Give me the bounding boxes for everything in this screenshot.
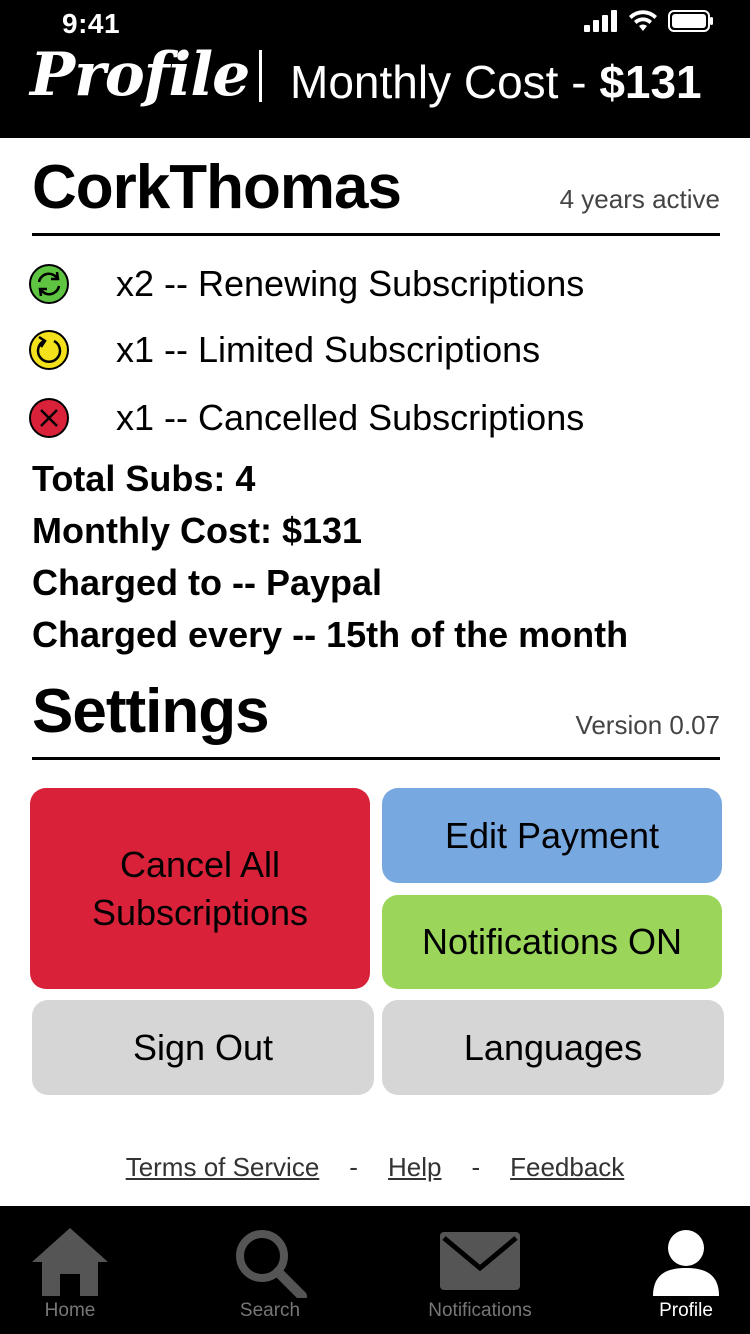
tab-notifications[interactable]: Notifications — [420, 1206, 540, 1334]
battery-icon — [668, 10, 713, 32]
sign-out-button[interactable]: Sign Out — [32, 1000, 374, 1095]
username: CorkThomas — [32, 153, 402, 222]
languages-button[interactable]: Languages — [382, 1000, 724, 1095]
status-time: 9:41 — [62, 8, 121, 39]
notifications-toggle-button[interactable]: Notifications ON — [382, 895, 722, 989]
header-divider — [259, 50, 262, 102]
tab-search-label: Search — [239, 1300, 301, 1321]
search-icon — [236, 1230, 307, 1298]
limited-icon — [29, 330, 69, 370]
subscription-row-renewing: x2 -- Renewing Subscriptions — [28, 262, 584, 306]
mail-icon — [440, 1232, 520, 1290]
person-icon — [653, 1230, 719, 1296]
subscription-row-cancelled: x1 -- Cancelled Subscriptions — [28, 396, 584, 440]
total-subs: Total Subs: 4 — [32, 458, 256, 499]
edit-payment-label: Edit Payment — [444, 814, 660, 856]
subscription-row-limited: x1 -- Limited Subscriptions — [28, 328, 540, 372]
terms-of-service-link[interactable]: Terms of Service — [126, 1152, 320, 1183]
charged-every: Charged every -- 15th of the month — [32, 614, 629, 655]
link-separator: - — [349, 1152, 358, 1182]
tab-home-label: Home — [44, 1300, 96, 1321]
cancel-all-subscriptions-button[interactable]: Cancel All Subscriptions — [30, 788, 370, 989]
languages-label: Languages — [463, 1026, 643, 1068]
divider — [32, 233, 720, 236]
cancel-circle-icon — [29, 398, 69, 438]
help-link[interactable]: Help — [388, 1152, 441, 1183]
tab-home[interactable]: Home — [20, 1206, 120, 1334]
signal-icon — [584, 10, 617, 32]
tab-profile-label: Profile — [659, 1300, 713, 1321]
header-monthly-cost: Monthly Cost - $131 — [290, 55, 702, 109]
subscription-row-label: x1 -- Limited Subscriptions — [116, 329, 541, 370]
header-cost-value: $131 — [599, 56, 702, 108]
active-years: 4 years active — [559, 184, 720, 214]
cancel-all-label: Cancel All Subscriptions — [91, 843, 309, 933]
bottom-tab-bar: Home Search Notifications Profile — [0, 1206, 750, 1334]
feedback-link[interactable]: Feedback — [510, 1152, 624, 1183]
tab-search[interactable]: Search — [220, 1206, 320, 1334]
notifications-label: Notifications ON — [421, 921, 683, 962]
link-separator: - — [471, 1152, 481, 1182]
settings-title: Settings — [32, 677, 270, 746]
page-title: Profile — [30, 40, 250, 110]
monthly-cost: Monthly Cost: $131 — [32, 510, 363, 551]
version-label: Version 0.07 — [575, 710, 720, 740]
header-cost-label: Monthly Cost - — [290, 56, 600, 108]
wifi-icon — [629, 10, 657, 31]
sign-out-label: Sign Out — [132, 1026, 274, 1068]
divider — [32, 757, 720, 760]
tab-notifications-label: Notifications — [428, 1300, 532, 1321]
top-header: 9:41 Profile Monthly Cost - $131 — [0, 0, 750, 138]
subscription-row-label: x2 -- Renewing Subscriptions — [116, 263, 585, 304]
charged-to: Charged to -- Paypal — [32, 562, 383, 603]
renew-icon — [29, 264, 69, 304]
subscription-row-label: x1 -- Cancelled Subscriptions — [116, 397, 585, 438]
status-icons — [584, 10, 714, 32]
edit-payment-button[interactable]: Edit Payment — [382, 788, 722, 883]
tab-profile[interactable]: Profile — [636, 1206, 736, 1334]
home-icon — [32, 1228, 108, 1296]
footer-links: Terms of Service - Help - Feedback — [0, 1152, 750, 1183]
